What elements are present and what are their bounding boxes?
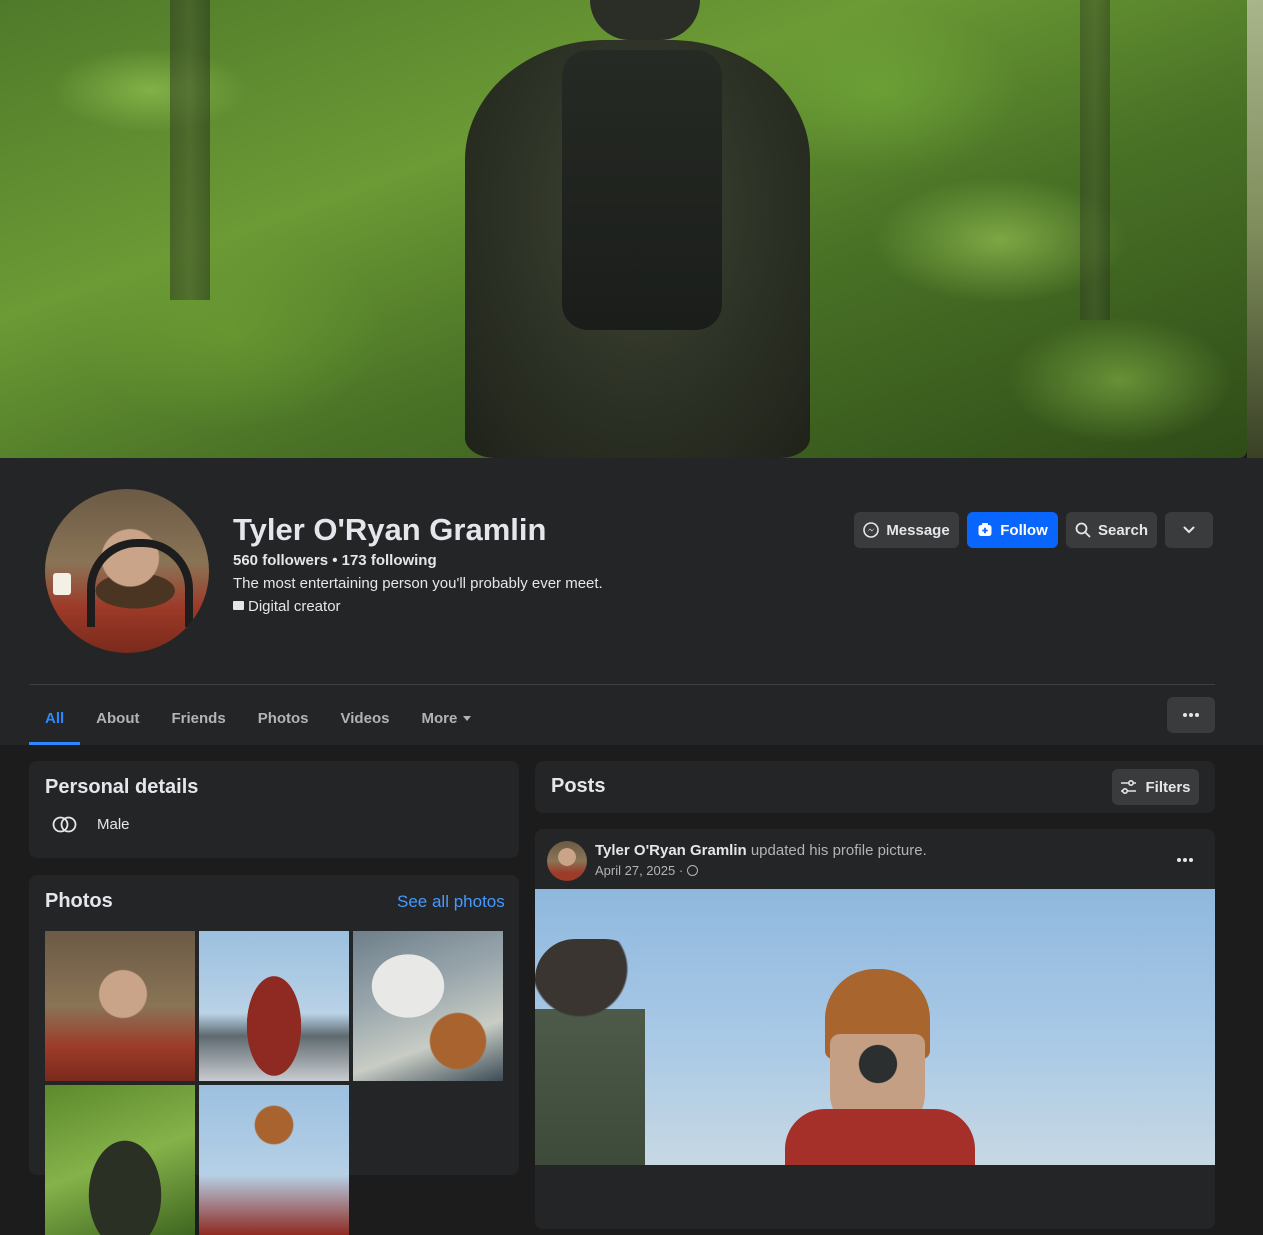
post-author-link[interactable]: Tyler O'Ryan Gramlin [595, 842, 747, 859]
tab-friends[interactable]: Friends [156, 692, 242, 745]
post-date[interactable]: April 27, 2025 · [595, 863, 683, 878]
follower-count[interactable]: 560 followers • 173 following [233, 552, 437, 569]
tab-label: About [96, 710, 140, 727]
tab-videos[interactable]: Videos [325, 692, 406, 745]
photo-thumbnail[interactable] [45, 931, 195, 1081]
cover-edge [1247, 0, 1263, 458]
header-divider [29, 684, 1215, 685]
more-dots-icon [1183, 713, 1199, 717]
photo-thumbnail[interactable] [199, 931, 349, 1081]
profile-name: Tyler O'Ryan Gramlin [233, 512, 547, 547]
tab-photos[interactable]: Photos [242, 692, 325, 745]
gender-row: Male [52, 816, 130, 833]
filters-icon [1121, 780, 1137, 794]
more-actions-button[interactable] [1165, 512, 1213, 548]
tab-label: Videos [340, 710, 390, 727]
gender-value: Male [97, 816, 130, 833]
post-meta: April 27, 2025 · [595, 863, 699, 878]
more-dots-icon [1177, 858, 1193, 862]
cover-photo[interactable] [0, 0, 1247, 458]
tab-label: Photos [257, 710, 309, 727]
message-label: Message [886, 521, 950, 539]
chevron-down-icon [1183, 526, 1195, 534]
search-button[interactable]: Search [1066, 512, 1157, 548]
message-button[interactable]: Message [854, 512, 959, 548]
profile-category: Digital creator [233, 598, 341, 615]
photo-thumbnail[interactable] [353, 931, 503, 1081]
follow-button[interactable]: Follow [967, 512, 1058, 548]
see-all-photos-link[interactable]: See all photos [397, 892, 505, 912]
folder-icon [233, 601, 244, 610]
tab-all[interactable]: All [29, 692, 81, 745]
tab-label: Friends [171, 710, 226, 727]
category-label: Digital creator [248, 598, 341, 615]
filters-label: Filters [1145, 778, 1191, 796]
messenger-icon [863, 522, 880, 538]
personal-details-title: Personal details [45, 776, 199, 798]
posts-title: Posts [551, 775, 606, 797]
post-options-button[interactable] [1172, 850, 1198, 870]
profile-options-button[interactable] [1167, 697, 1215, 733]
photo-thumbnail[interactable] [45, 1085, 195, 1235]
profile-bio: The most entertaining person you'll prob… [233, 575, 603, 592]
post-photo[interactable] [535, 889, 1215, 1165]
follow-label: Follow [1000, 521, 1048, 539]
photos-title: Photos [45, 890, 113, 912]
caret-down-icon [463, 716, 472, 721]
post-action-text: updated his profile picture. [746, 842, 927, 859]
tab-label: More [421, 710, 458, 727]
tab-about[interactable]: About [80, 692, 155, 745]
gender-icon [52, 816, 77, 833]
post-author-avatar[interactable] [547, 841, 587, 881]
profile-avatar[interactable] [42, 486, 212, 656]
post-header: Tyler O'Ryan Gramlin updated his profile… [595, 842, 927, 859]
profile-tabs: All About Friends Photos Videos More [29, 692, 487, 745]
follow-icon [978, 523, 992, 536]
tab-label: All [45, 710, 65, 727]
search-label: Search [1097, 521, 1149, 539]
search-icon [1075, 522, 1091, 538]
filters-button[interactable]: Filters [1112, 769, 1199, 805]
globe-icon [687, 865, 699, 876]
tab-more[interactable]: More [405, 692, 487, 745]
photo-thumbnail[interactable] [199, 1085, 349, 1235]
